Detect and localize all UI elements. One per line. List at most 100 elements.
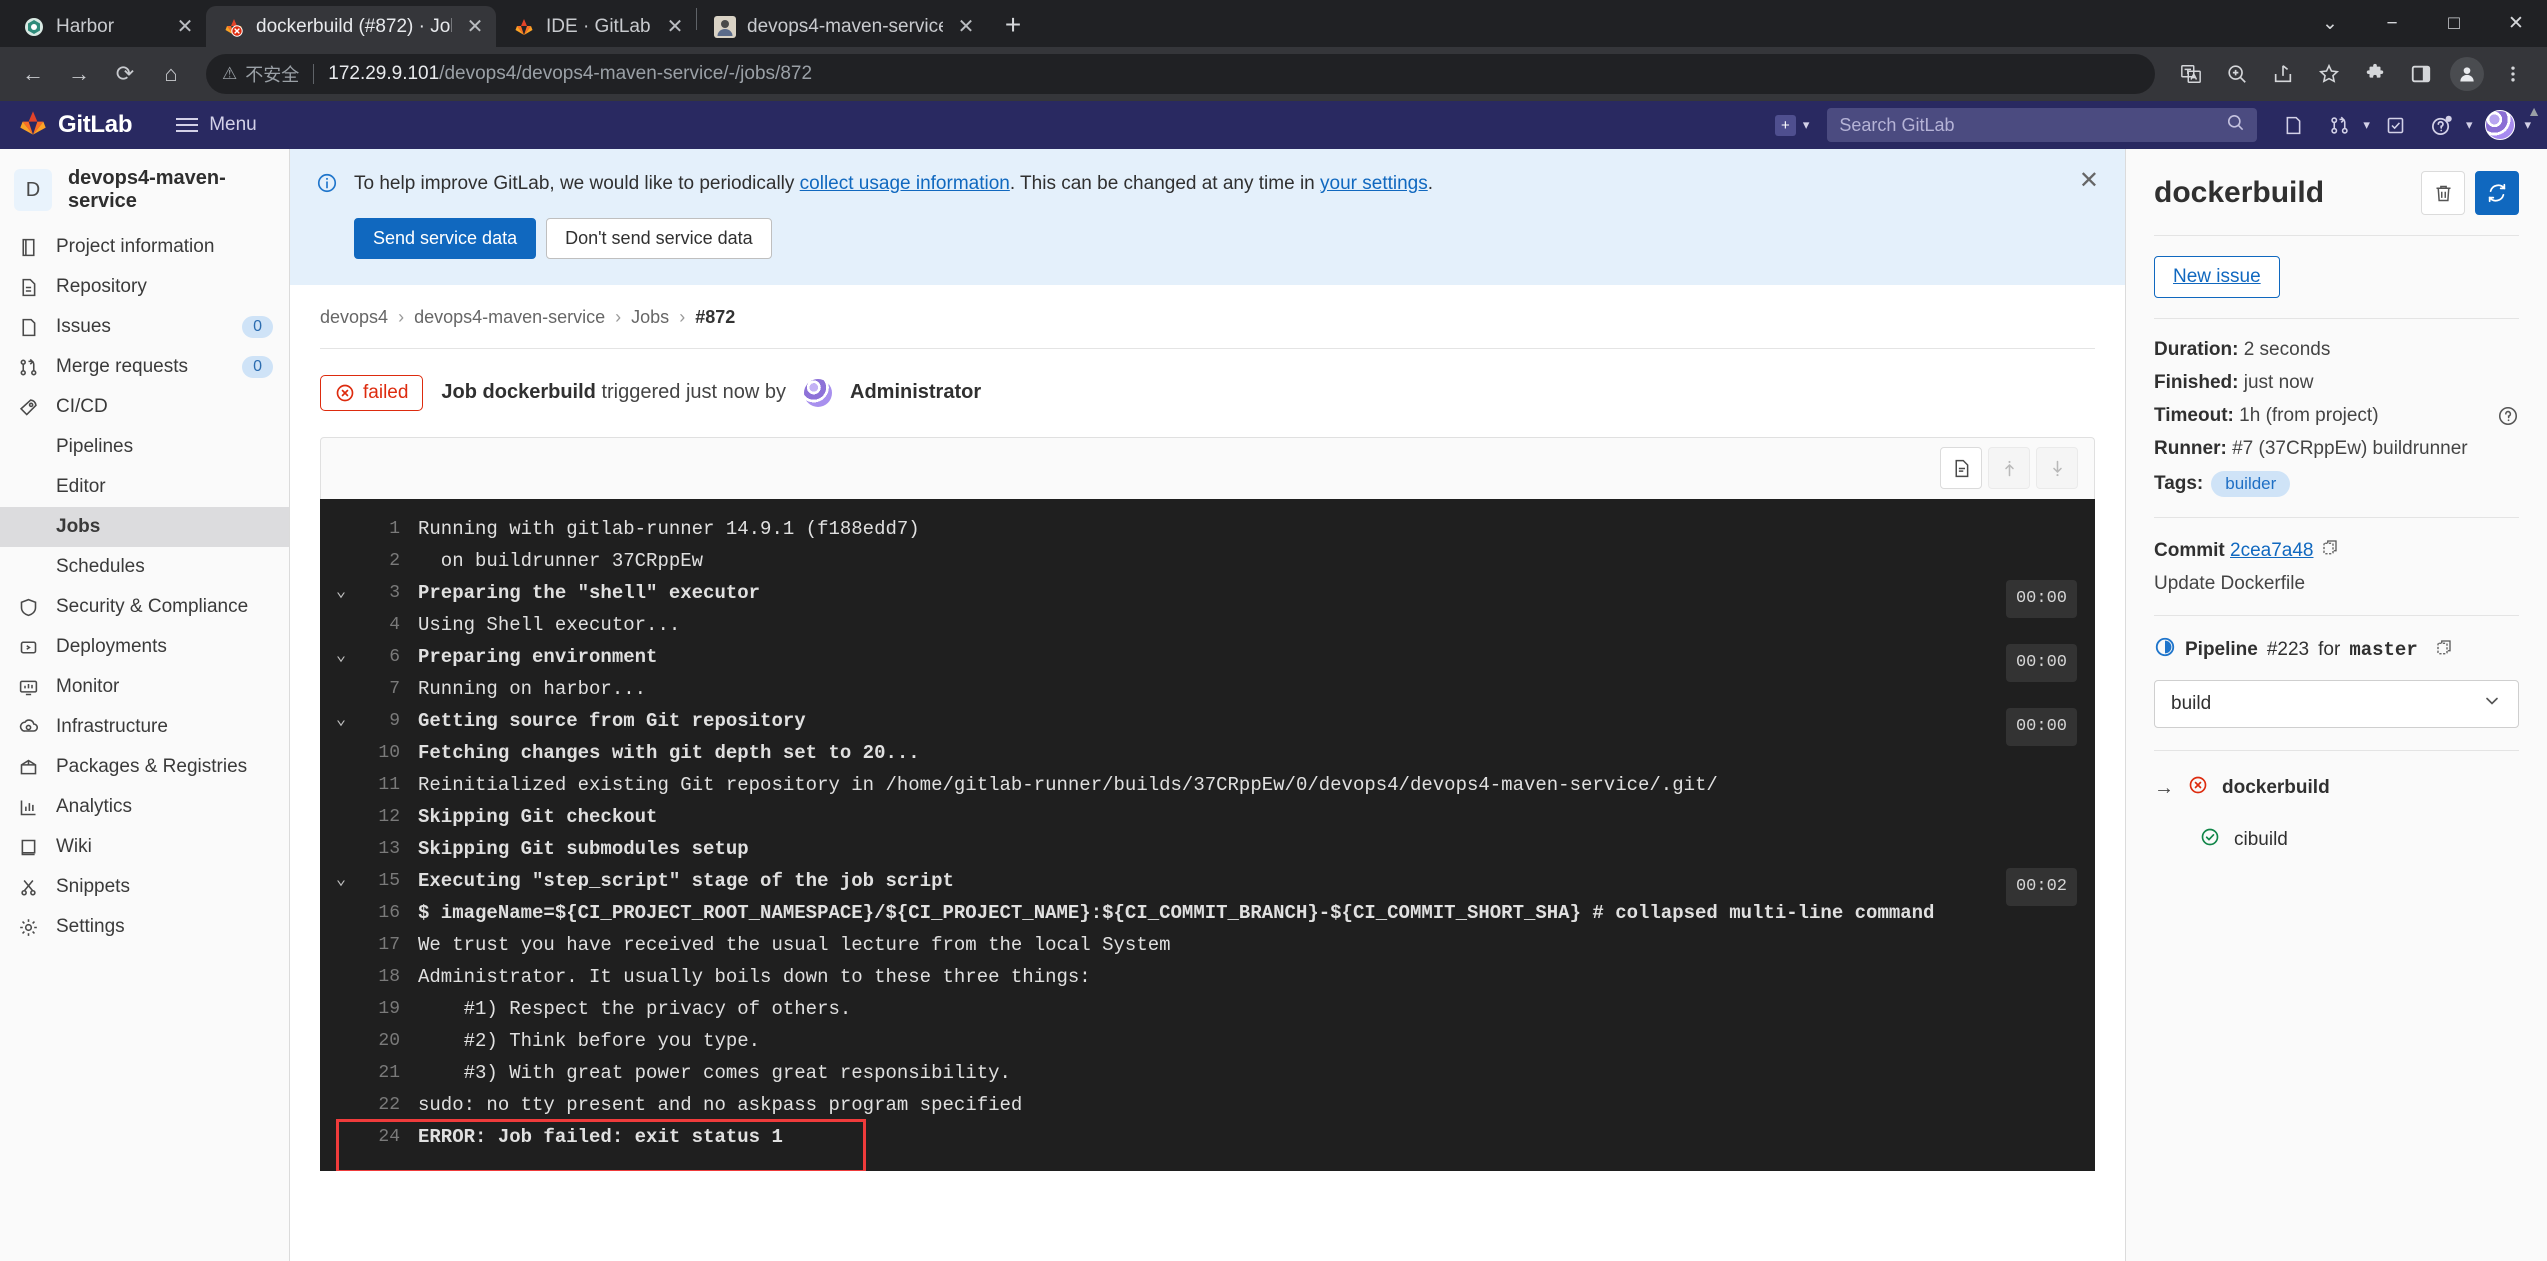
- sidebar-item-jobs[interactable]: Jobs: [0, 507, 289, 547]
- user-menu-button[interactable]: ▾: [2478, 106, 2533, 144]
- sidebar-item-monitor[interactable]: Monitor: [0, 667, 289, 707]
- log-line-number[interactable]: 2: [362, 545, 418, 577]
- log-line-number[interactable]: 13: [362, 833, 418, 865]
- log-line-number[interactable]: 6: [362, 641, 418, 673]
- sidebar-item-repository[interactable]: Repository: [0, 267, 289, 307]
- minimize-button[interactable]: −: [2361, 0, 2423, 47]
- bookmark-star-icon[interactable]: [2307, 52, 2351, 96]
- log-line-number[interactable]: 22: [362, 1089, 418, 1121]
- browser-tab-3[interactable]: devops4-maven-service_CI 2ce ✕: [697, 6, 987, 47]
- kebab-menu-icon[interactable]: [2491, 52, 2535, 96]
- log-line-number[interactable]: 3: [362, 577, 418, 609]
- browser-tab-0[interactable]: Harbor ✕: [6, 6, 206, 47]
- stage-job-cibuild[interactable]: cibuild: [2154, 827, 2519, 853]
- log-line-number[interactable]: 4: [362, 609, 418, 641]
- log-line-number[interactable]: 12: [362, 801, 418, 833]
- maximize-button[interactable]: □: [2423, 0, 2485, 47]
- sidebar-item-security-compliance[interactable]: Security & Compliance: [0, 587, 289, 627]
- sidebar-item-editor[interactable]: Editor: [0, 467, 289, 507]
- sidebar-item-cicd[interactable]: CI/CD: [0, 387, 289, 427]
- scroll-to-bottom-button[interactable]: [2036, 447, 2078, 489]
- sidebar-item-wiki[interactable]: Wiki: [0, 827, 289, 867]
- close-icon[interactable]: ✕: [172, 14, 198, 40]
- log-line-number[interactable]: 11: [362, 769, 418, 801]
- browser-tab-1[interactable]: dockerbuild (#872) · Jobs · dev ✕: [206, 6, 496, 47]
- retry-icon[interactable]: [2475, 171, 2519, 215]
- log-line-number[interactable]: 21: [362, 1057, 418, 1089]
- breadcrumb-item-0[interactable]: devops4: [320, 307, 388, 328]
- todos-icon[interactable]: [2376, 106, 2416, 144]
- sidebar-item-project-information[interactable]: Project information: [0, 227, 289, 267]
- breadcrumb-item-1[interactable]: devops4-maven-service: [414, 307, 605, 328]
- trash-icon[interactable]: [2421, 171, 2465, 215]
- browser-tab-2[interactable]: IDE · GitLab ✕: [496, 6, 696, 47]
- sidebar-project-header[interactable]: D devops4-maven-service: [0, 157, 289, 227]
- pipeline-number[interactable]: #223: [2267, 639, 2309, 661]
- gitlab-menu-button[interactable]: Menu: [168, 109, 265, 141]
- help-icon[interactable]: [2497, 405, 2519, 433]
- chevron-down-icon[interactable]: ⌄: [320, 641, 362, 673]
- copy-icon[interactable]: [2435, 638, 2453, 662]
- sidebar-item-infrastructure[interactable]: Infrastructure: [0, 707, 289, 747]
- sidebar-item-settings[interactable]: Settings: [0, 907, 289, 947]
- sidebar-item-merge-requests[interactable]: Merge requests 0: [0, 347, 289, 387]
- log-line-number[interactable]: 15: [362, 865, 418, 897]
- extensions-icon[interactable]: [2353, 52, 2397, 96]
- forward-icon[interactable]: →: [58, 53, 100, 95]
- help-button[interactable]: ▾: [2420, 106, 2475, 144]
- merge-requests-button[interactable]: ▾: [2317, 106, 2372, 144]
- log-line-number[interactable]: 9: [362, 705, 418, 737]
- stage-select[interactable]: build: [2154, 680, 2519, 728]
- commit-sha-link[interactable]: 2cea7a48: [2230, 540, 2313, 561]
- log-line-number[interactable]: 1: [362, 513, 418, 545]
- close-icon[interactable]: ✕: [662, 14, 688, 40]
- close-icon[interactable]: ✕: [2079, 169, 2099, 193]
- triggered-by-user[interactable]: Administrator: [850, 381, 981, 404]
- reload-icon[interactable]: ⟳: [104, 53, 146, 95]
- chevron-down-icon[interactable]: ⌄: [320, 865, 362, 897]
- log-line-number[interactable]: 19: [362, 993, 418, 1025]
- log-line-number[interactable]: 7: [362, 673, 418, 705]
- window-chevron-icon[interactable]: ⌄: [2299, 0, 2361, 47]
- breadcrumb-item-2[interactable]: Jobs: [631, 307, 669, 328]
- sidebar-item-deployments[interactable]: Deployments: [0, 627, 289, 667]
- gitlab-home-link[interactable]: GitLab: [18, 108, 132, 143]
- sidebar-item-packages-registries[interactable]: Packages & Registries: [0, 747, 289, 787]
- new-issue-button[interactable]: New issue: [2154, 256, 2280, 298]
- close-icon[interactable]: ✕: [462, 14, 488, 40]
- issues-icon[interactable]: [2273, 106, 2313, 144]
- sidebar-item-schedules[interactable]: Schedules: [0, 547, 289, 587]
- window-close-button[interactable]: ✕: [2485, 0, 2547, 47]
- log-line-number[interactable]: 24: [362, 1121, 418, 1153]
- log-line-number[interactable]: 16: [362, 897, 418, 929]
- sidebar-item-issues[interactable]: Issues 0: [0, 307, 289, 347]
- chevron-down-icon[interactable]: ⌄: [320, 705, 362, 737]
- new-dropdown-button[interactable]: + ▾: [1767, 110, 1818, 141]
- sidepanel-icon[interactable]: [2399, 52, 2443, 96]
- stage-job-dockerbuild[interactable]: → dockerbuild: [2154, 775, 2519, 801]
- send-service-data-button[interactable]: Send service data: [354, 218, 536, 259]
- new-tab-button[interactable]: +: [993, 5, 1033, 45]
- scroll-to-top-button[interactable]: [1988, 447, 2030, 489]
- raw-log-button[interactable]: [1940, 447, 1982, 489]
- log-line-number[interactable]: 20: [362, 1025, 418, 1057]
- share-icon[interactable]: [2261, 52, 2305, 96]
- address-bar[interactable]: ⚠ 不安全 172.29.9.101/devops4/devops4-maven…: [206, 54, 2155, 94]
- back-icon[interactable]: ←: [12, 53, 54, 95]
- chevron-down-icon[interactable]: ⌄: [320, 577, 362, 609]
- translate-icon[interactable]: [2169, 52, 2213, 96]
- collect-usage-information-link[interactable]: collect usage information: [800, 173, 1010, 194]
- log-line-number[interactable]: 18: [362, 961, 418, 993]
- dont-send-service-data-button[interactable]: Don't send service data: [546, 218, 772, 259]
- log-line-number[interactable]: 10: [362, 737, 418, 769]
- copy-icon[interactable]: [2321, 540, 2339, 561]
- sidebar-item-snippets[interactable]: Snippets: [0, 867, 289, 907]
- profile-icon[interactable]: [2445, 52, 2489, 96]
- your-settings-link[interactable]: your settings: [1320, 173, 1428, 194]
- home-icon[interactable]: ⌂: [150, 53, 192, 95]
- zoom-icon[interactable]: [2215, 52, 2259, 96]
- close-icon[interactable]: ✕: [953, 14, 979, 40]
- sidebar-item-pipelines[interactable]: Pipelines: [0, 427, 289, 467]
- log-line-number[interactable]: 17: [362, 929, 418, 961]
- sidebar-item-analytics[interactable]: Analytics: [0, 787, 289, 827]
